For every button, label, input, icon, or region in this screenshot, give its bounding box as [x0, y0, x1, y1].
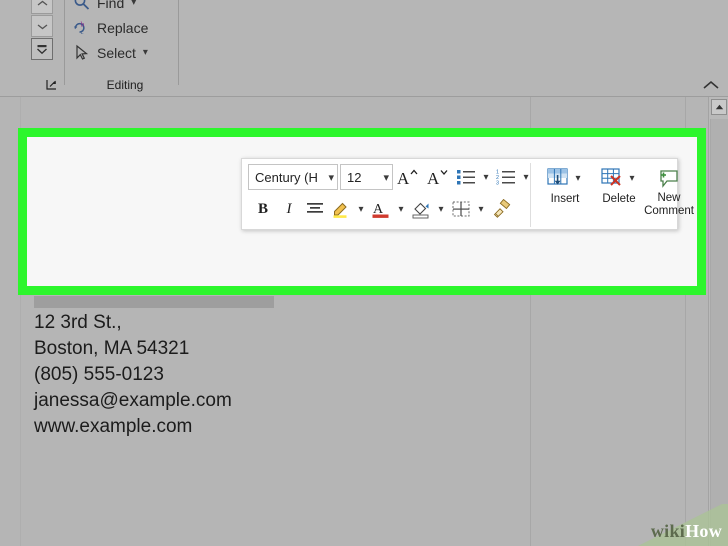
chevron-down-icon[interactable]: ▾: [625, 164, 639, 192]
vertical-scrollbar[interactable]: [708, 97, 728, 546]
replace-command[interactable]: b c Replace: [72, 15, 177, 40]
chevron-down-icon[interactable]: ▾: [571, 164, 585, 192]
search-icon: [72, 0, 92, 13]
ribbon-divider: [64, 0, 65, 85]
selected-divider-bar: [34, 296, 274, 308]
mini-toolbar-table-group: ▾ Insert ▾ Delete New Comment: [538, 163, 694, 227]
font-family-combo[interactable]: Century (H ▾: [248, 164, 338, 190]
collapse-ribbon-button[interactable]: [702, 78, 720, 92]
mini-formatting-toolbar: Century (H ▾ 12 ▾ A A ▾ 1 2 3 ▾ B I ▾ A …: [241, 158, 694, 230]
previous-page-button[interactable]: [31, 0, 53, 14]
address-line: janessa@example.com: [34, 390, 232, 411]
chevron-down-icon[interactable]: ▾: [394, 195, 408, 223]
address-line: 12 3rd St.,: [34, 312, 122, 333]
delete-table-rows-icon: [599, 166, 625, 191]
ribbon-divider: [178, 0, 179, 85]
app-window: Find ▾ b c Replace Select ▾ Editing 12 3…: [0, 0, 728, 546]
find-label: Find: [97, 0, 125, 11]
font-size-value: 12: [347, 169, 362, 185]
find-command[interactable]: Find ▾: [72, 0, 177, 15]
insert-table-rows-icon: [545, 166, 571, 191]
shading-button[interactable]: [408, 195, 434, 223]
text-highlight-button[interactable]: [328, 195, 354, 223]
scroll-up-arrow-icon[interactable]: [711, 99, 727, 115]
font-color-button[interactable]: A: [368, 195, 394, 223]
page-navigation-buttons: [31, 0, 53, 61]
insert-cells-control[interactable]: ▾ Insert: [538, 163, 592, 205]
mini-toolbar-divider: [530, 163, 531, 227]
page-left-edge: [20, 97, 21, 546]
italic-button[interactable]: I: [276, 195, 302, 223]
address-line: Boston, MA 54321: [34, 338, 190, 359]
address-line: (805) 555-0123: [34, 364, 164, 385]
chevron-down-icon[interactable]: ▾: [479, 163, 493, 191]
bullets-button[interactable]: [453, 163, 479, 191]
borders-button[interactable]: [448, 195, 474, 223]
center-align-button[interactable]: [302, 195, 328, 223]
shrink-font-button[interactable]: A: [423, 163, 453, 191]
document-address-block[interactable]: 12 3rd St., Boston, MA 54321 (805) 555-0…: [34, 310, 454, 440]
next-page-button[interactable]: [31, 15, 53, 37]
replace-icon: b c: [72, 18, 92, 38]
chevron-down-icon[interactable]: ▾: [474, 195, 488, 223]
svg-text:A: A: [397, 169, 410, 187]
chevron-down-icon[interactable]: ▾: [354, 195, 368, 223]
insert-label: Insert: [550, 193, 580, 205]
chevron-down-icon[interactable]: ▾: [325, 171, 334, 184]
cursor-arrow-icon: [72, 43, 92, 63]
font-size-combo[interactable]: 12 ▾: [340, 164, 393, 190]
font-family-value: Century (H: [255, 169, 318, 185]
new-comment-label-2: Comment: [644, 205, 694, 217]
svg-text:c: c: [81, 28, 84, 36]
numbering-button[interactable]: 1 2 3: [493, 163, 519, 191]
grow-font-button[interactable]: A: [393, 163, 423, 191]
ribbon: Find ▾ b c Replace Select ▾ Editing: [0, 0, 728, 97]
chevron-down-icon[interactable]: ▾: [434, 195, 448, 223]
scrollbar-track[interactable]: [710, 119, 728, 546]
chevron-down-icon[interactable]: ▾: [380, 171, 389, 184]
svg-text:A: A: [427, 169, 440, 187]
editing-group-label: Editing: [106, 78, 144, 92]
replace-label: Replace: [97, 19, 149, 36]
address-line: www.example.com: [34, 416, 193, 437]
editing-group: Find ▾ b c Replace Select ▾: [72, 0, 177, 65]
chevron-down-icon[interactable]: ▾: [131, 0, 136, 8]
chevron-down-icon[interactable]: ▾: [143, 47, 148, 58]
new-comment-button[interactable]: New Comment: [644, 163, 694, 227]
delete-cells-control[interactable]: ▾ Delete: [592, 163, 646, 205]
format-painter-button[interactable]: [488, 195, 514, 223]
bold-button[interactable]: B: [250, 195, 276, 223]
select-command[interactable]: Select ▾: [72, 40, 177, 65]
editing-dialog-launcher[interactable]: [45, 78, 59, 92]
select-browse-object-button[interactable]: [31, 38, 53, 60]
svg-text:3: 3: [496, 181, 499, 186]
new-comment-label-1: New: [657, 192, 681, 204]
delete-label: Delete: [602, 193, 636, 205]
select-label: Select: [97, 44, 136, 61]
new-comment-icon: [656, 166, 682, 192]
